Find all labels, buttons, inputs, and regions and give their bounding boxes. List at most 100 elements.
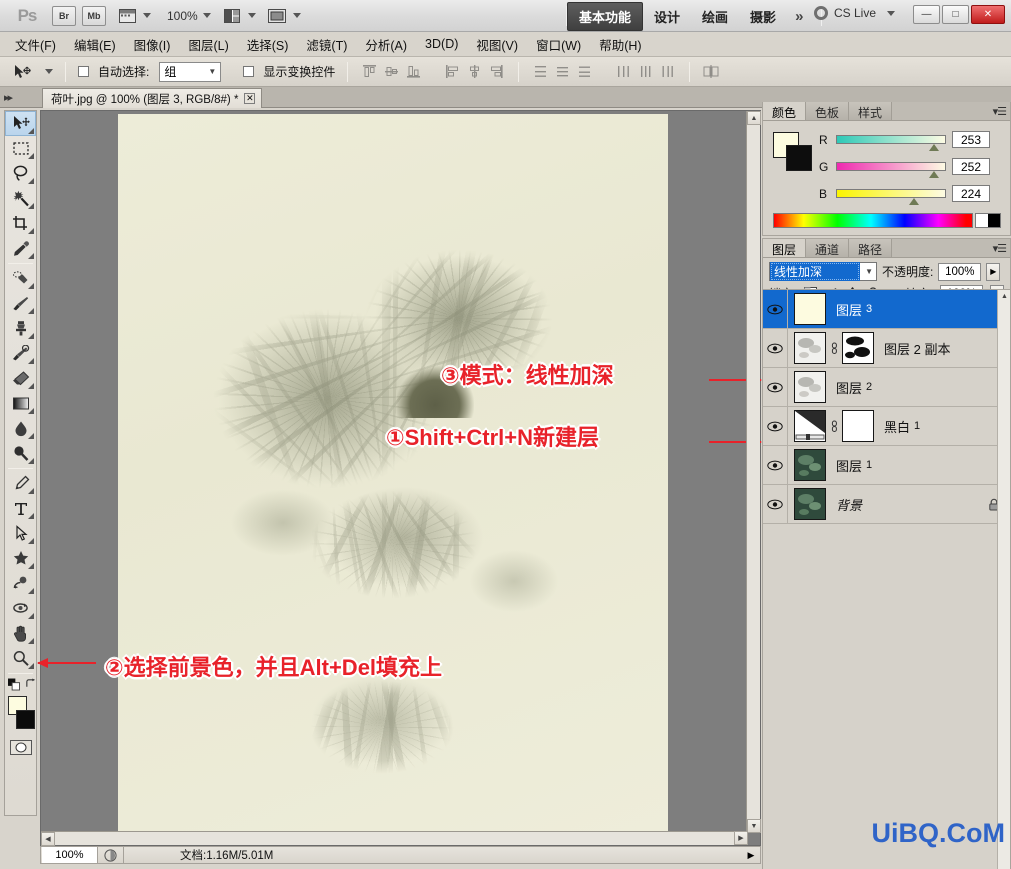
scroll-left-button[interactable]: ◀: [41, 832, 55, 846]
menu-view[interactable]: 视图(V): [467, 32, 527, 57]
table-row[interactable]: 图层 3: [763, 289, 1010, 329]
color-swatches[interactable]: [5, 694, 36, 736]
scroll-right-button[interactable]: ▶: [734, 831, 748, 845]
color-panel-swatches[interactable]: [773, 132, 812, 171]
cs-live-menu[interactable]: CS Live: [813, 6, 895, 20]
horizontal-type-tool[interactable]: [5, 496, 36, 521]
spot-healing-brush-tool[interactable]: [5, 266, 36, 291]
menu-edit[interactable]: 编辑(E): [65, 32, 125, 57]
collapse-panels-icon[interactable]: ▸▸: [4, 91, 13, 104]
arrange-documents-icon[interactable]: [221, 7, 243, 25]
channel-r-value[interactable]: 253: [952, 131, 990, 148]
3d-object-rotate-tool[interactable]: [5, 571, 36, 596]
menu-analysis[interactable]: 分析(A): [356, 32, 416, 57]
layer-visibility-icon[interactable]: [763, 406, 788, 446]
move-tool-icon[interactable]: [10, 61, 34, 83]
view-extras-icon[interactable]: [116, 7, 138, 25]
layer-thumbnail[interactable]: [794, 293, 826, 325]
eyedropper-tool[interactable]: [5, 236, 36, 261]
layer-mask-thumbnail[interactable]: [842, 332, 874, 364]
blend-mode-dropdown[interactable]: 线性加深 ▼: [769, 262, 877, 281]
table-row[interactable]: 背景: [763, 484, 1010, 524]
opacity-stepper-icon[interactable]: ▶: [986, 262, 1001, 281]
status-menu-icon[interactable]: ▶: [742, 850, 760, 861]
menu-select[interactable]: 选择(S): [238, 32, 298, 57]
clone-stamp-tool[interactable]: [5, 316, 36, 341]
color-spectrum-white-black[interactable]: [975, 213, 1001, 228]
color-spectrum-ramp[interactable]: [773, 213, 973, 228]
menu-3d[interactable]: 3D(D): [416, 34, 467, 54]
layer-mask-thumbnail[interactable]: [842, 410, 874, 442]
layer-thumbnail[interactable]: [794, 371, 826, 403]
canvas-vertical-scrollbar[interactable]: ▲ ▼: [746, 111, 761, 833]
3d-camera-orbit-tool[interactable]: [5, 596, 36, 621]
align-bottom-edges-icon[interactable]: [404, 62, 423, 81]
scroll-down-button[interactable]: ▼: [747, 819, 761, 833]
layer-visibility-icon[interactable]: [763, 484, 788, 524]
menu-filter[interactable]: 滤镜(T): [297, 32, 356, 57]
pen-tool[interactable]: [5, 471, 36, 496]
layer-visibility-icon[interactable]: [763, 367, 788, 407]
canvas-horizontal-scrollbar[interactable]: ◀ ▶: [41, 831, 748, 846]
tab-layers[interactable]: 图层: [763, 239, 807, 257]
table-row[interactable]: 图层 2: [763, 367, 1010, 407]
layer-mask-link-icon[interactable]: [829, 419, 839, 433]
workspace-tab-photography[interactable]: 摄影: [739, 3, 787, 30]
workspace-tab-design[interactable]: 设计: [643, 3, 691, 30]
channel-b-value[interactable]: 224: [952, 185, 990, 202]
rectangular-marquee-tool[interactable]: [5, 136, 36, 161]
screen-mode-icon[interactable]: [266, 7, 288, 25]
channel-g-value[interactable]: 252: [952, 158, 990, 175]
menu-help[interactable]: 帮助(H): [590, 32, 650, 57]
layers-scroll-up-icon[interactable]: ▲: [998, 290, 1011, 303]
menu-image[interactable]: 图像(I): [125, 32, 180, 57]
path-selection-tool[interactable]: [5, 521, 36, 546]
align-horizontal-centers-icon[interactable]: [465, 62, 484, 81]
layer-thumbnail[interactable]: [794, 488, 826, 520]
tab-channels[interactable]: 通道: [806, 239, 850, 257]
crop-tool[interactable]: [5, 211, 36, 236]
blur-tool[interactable]: [5, 416, 36, 441]
opacity-value[interactable]: 100%: [938, 262, 982, 281]
layer-thumbnail[interactable]: [794, 449, 826, 481]
menu-layer[interactable]: 图层(L): [179, 32, 237, 57]
tab-paths[interactable]: 路径: [849, 239, 893, 257]
auto-align-layers-icon[interactable]: [702, 62, 721, 81]
appbar-zoom-caret[interactable]: [202, 13, 211, 18]
view-extras-caret[interactable]: [143, 13, 151, 18]
brush-tool[interactable]: [5, 291, 36, 316]
magic-wand-tool[interactable]: [5, 186, 36, 211]
layers-scrollbar[interactable]: ▲ ▼: [997, 290, 1010, 869]
custom-shape-tool[interactable]: [5, 546, 36, 571]
status-zoom-value[interactable]: 100%: [42, 847, 98, 863]
gradient-tool[interactable]: [5, 391, 36, 416]
distribute-top-edges-icon[interactable]: [531, 62, 550, 81]
align-right-edges-icon[interactable]: [487, 62, 506, 81]
channel-g-thumb[interactable]: [929, 171, 939, 178]
document-tab[interactable]: 荷叶.jpg @ 100% (图层 3, RGB/8#) * ✕: [42, 88, 263, 108]
appbar-zoom-value[interactable]: 100%: [167, 9, 198, 23]
workspace-tab-essentials[interactable]: 基本功能: [567, 1, 644, 31]
bridge-icon[interactable]: Br: [52, 5, 76, 26]
workspace-more-button[interactable]: »: [787, 8, 811, 25]
layer-visibility-icon[interactable]: [763, 445, 788, 485]
eraser-tool[interactable]: [5, 366, 36, 391]
table-row[interactable]: 图层 2 副本: [763, 328, 1010, 368]
document-canvas-area[interactable]: ③模式：线性加深 ①Shift+Ctrl+N新建层 ▲ ▼ ◀ ▶: [40, 110, 762, 846]
color-panel-menu-icon[interactable]: ▾☰: [993, 105, 1007, 118]
maximize-button[interactable]: □: [942, 5, 969, 24]
distribute-left-edges-icon[interactable]: [614, 62, 633, 81]
minimize-button[interactable]: —: [913, 5, 940, 24]
screen-mode-caret[interactable]: [292, 13, 301, 18]
move-tool[interactable]: [5, 111, 36, 136]
tab-styles[interactable]: 样式: [849, 102, 893, 120]
channel-b-slider[interactable]: [836, 189, 946, 205]
channel-b-thumb[interactable]: [909, 198, 919, 205]
color-panel-background-swatch[interactable]: [786, 145, 812, 171]
layer-visibility-icon[interactable]: [763, 289, 788, 329]
layer-visibility-icon[interactable]: [763, 328, 788, 368]
zoom-tool[interactable]: [5, 646, 36, 671]
background-color-swatch[interactable]: [16, 710, 35, 729]
show-transform-checkbox[interactable]: [243, 66, 255, 77]
distribute-bottom-edges-icon[interactable]: [575, 62, 594, 81]
